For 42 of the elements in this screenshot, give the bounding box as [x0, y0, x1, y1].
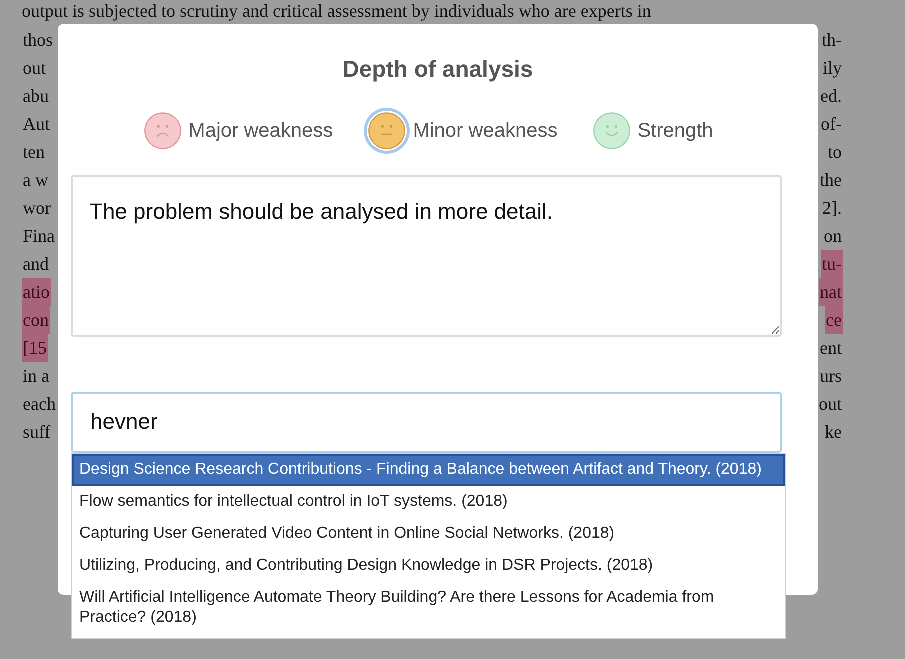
- rating-option[interactable]: Minor weakness: [367, 110, 558, 150]
- document-text: Fina: [22, 225, 56, 248]
- document-text: on: [823, 225, 843, 248]
- document-text: Aut: [22, 113, 51, 136]
- document-text: and: [22, 253, 50, 276]
- suggestion-item[interactable]: Will Artificial Intelligence Automate Theory Building? Are there Lessons for Academia from Practice? (2018): [72, 582, 784, 634]
- search-field[interactable]: hevner: [70, 392, 782, 452]
- document-text: suff: [22, 421, 52, 444]
- document-text: output is subjected to scrutiny and critical assessment by individuals who are experts in: [22, 1, 652, 21]
- document-text: a w: [22, 169, 50, 192]
- document-text: wor: [22, 197, 52, 220]
- document-text: 2].: [822, 197, 843, 220]
- document-text: atio: [22, 278, 51, 306]
- rating-option[interactable]: Major weakness: [142, 110, 334, 150]
- suggestion-item[interactable]: Flow semantics for intellectual control in IoT systems. (2018): [72, 486, 784, 518]
- document-text: urs: [819, 365, 843, 388]
- document-text: th-: [821, 29, 843, 52]
- document-text: of-: [820, 113, 843, 136]
- document-text: ent: [819, 337, 843, 360]
- document-text: out: [22, 57, 48, 80]
- document-text: tu-: [821, 250, 843, 278]
- document-text: ily: [822, 57, 843, 80]
- document-text: con: [22, 306, 50, 334]
- document-text: nat: [819, 278, 843, 306]
- document-text: ten: [22, 141, 46, 164]
- dialog-title: Depth of analysis: [342, 55, 534, 84]
- comment-field[interactable]: The problem should be analysed in more detail.: [70, 174, 782, 336]
- document-text: each: [22, 393, 57, 416]
- suggestion-item[interactable]: Design Science Research Contributions - Finding a Balance between Artifact and Theory. (2018): [72, 454, 784, 486]
- document-text: thos: [22, 29, 54, 52]
- suggestion-item[interactable]: Capturing User Generated Video Content in Online Social Networks. (2018): [72, 518, 784, 550]
- document-text: abu: [22, 85, 50, 108]
- document-text: ce: [825, 306, 843, 334]
- document-text: in a: [22, 365, 50, 388]
- document-text: ed.: [820, 85, 843, 108]
- document-text: [15: [22, 334, 48, 362]
- document-text: out: [818, 393, 843, 416]
- rating-option[interactable]: Strength: [592, 110, 714, 150]
- suggestion-item[interactable]: Utilizing, Producing, and Contributing Design Knowledge in DSR Projects. (2018): [72, 550, 784, 582]
- document-text: ke: [824, 421, 843, 444]
- document-text: the: [819, 169, 843, 192]
- document-text: to: [826, 141, 843, 164]
